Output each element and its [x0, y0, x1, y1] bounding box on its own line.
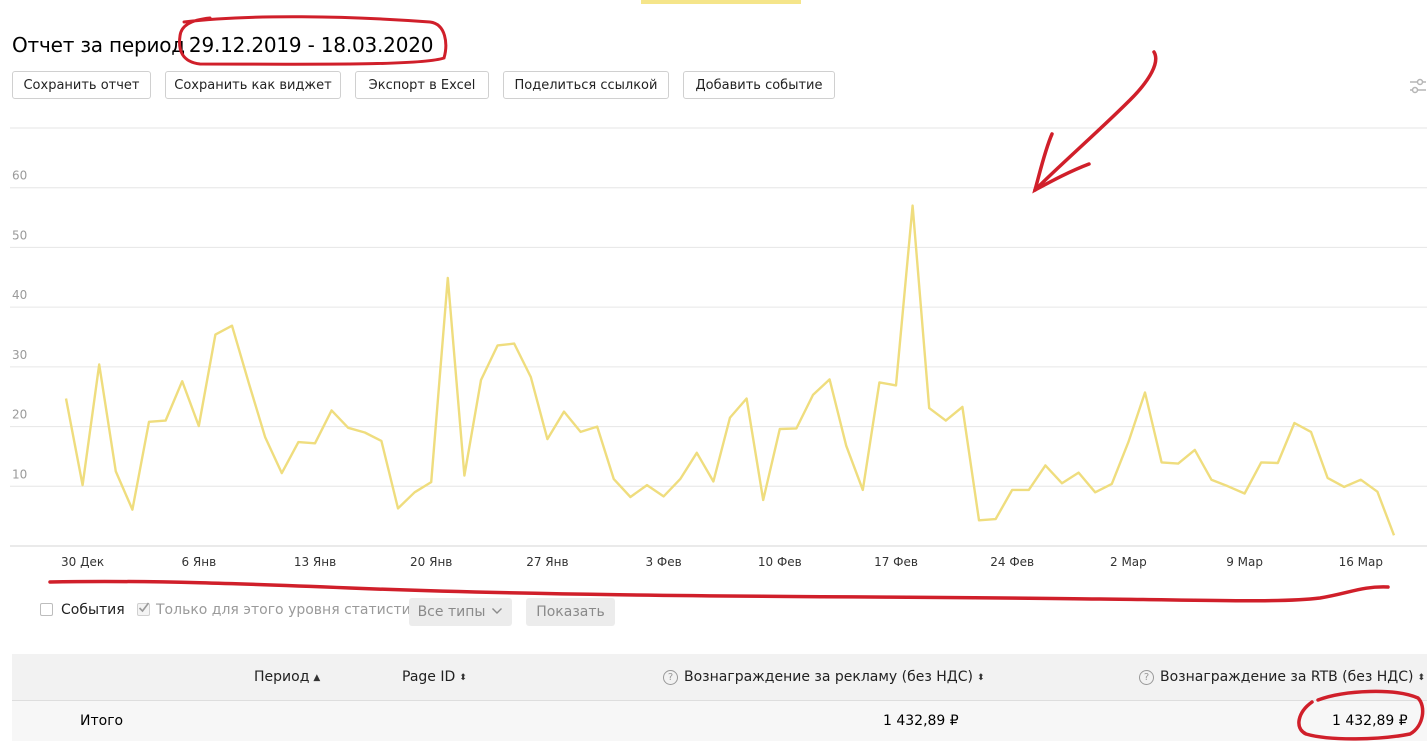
table-header: Период ▲ Page ID ⬍ ? Вознаграждение за рекл…: [12, 654, 1427, 701]
sort-arrows-icon: ⬍: [459, 673, 467, 683]
x-tick-label: 27 Янв: [526, 555, 568, 569]
export-excel-button[interactable]: Экспорт в Excel: [355, 71, 489, 99]
x-tick-label: 17 Фев: [874, 555, 918, 569]
page-title: Отчет за период 29.12.2019 - 18.03.2020: [12, 33, 433, 57]
y-tick-label: 10: [12, 467, 27, 481]
x-tick-label: 6 Янв: [181, 555, 216, 569]
events-label: События: [61, 602, 125, 618]
page-id-column-header[interactable]: Page ID ⬍: [402, 669, 467, 685]
table-row: Итого 1 432,89 ₽ 1 432,89 ₽: [12, 701, 1427, 741]
title-date-range: 29.12.2019 - 18.03.2020: [188, 33, 434, 57]
x-tick-label: 16 Мар: [1339, 555, 1383, 569]
total-ad-reward: 1 432,89 ₽: [883, 713, 959, 729]
all-types-dropdown[interactable]: Все типы: [409, 598, 512, 626]
all-types-label: Все типы: [417, 604, 486, 620]
period-column-header[interactable]: Период ▲: [254, 669, 320, 685]
show-button[interactable]: Показать: [526, 598, 615, 626]
add-event-button[interactable]: Добавить событие: [683, 71, 835, 99]
y-tick-label: 30: [12, 348, 27, 362]
axis-underline-annotation: [48, 579, 1390, 603]
x-tick-label: 9 Мар: [1226, 555, 1263, 569]
chevron-down-icon: [492, 608, 503, 614]
share-link-button[interactable]: Поделиться ссылкой: [503, 71, 669, 99]
y-tick-label: 20: [12, 408, 27, 422]
question-circle-icon[interactable]: ?: [663, 670, 678, 685]
rtb-reward-header-label: Вознаграждение за RTB (без НДС): [1160, 669, 1414, 685]
ad-reward-header-label: Вознаграждение за рекламу (без НДС): [684, 669, 973, 685]
total-rtb-reward: 1 432,89 ₽: [1332, 713, 1408, 729]
page-id-header-label: Page ID: [402, 669, 456, 685]
y-tick-label: 50: [12, 228, 27, 242]
events-checkbox[interactable]: [40, 603, 53, 616]
rtb-reward-column-header[interactable]: ? Вознаграждение за RTB (без НДС) ⬍: [1139, 669, 1425, 685]
period-header-label: Период: [254, 669, 310, 685]
save-as-widget-button[interactable]: Сохранить как виджет: [165, 71, 341, 99]
only-level-checkbox[interactable]: [137, 602, 150, 616]
total-label: Итого: [80, 713, 124, 729]
ad-reward-column-header[interactable]: ? Вознаграждение за рекламу (без НДС) ⬍: [663, 669, 985, 685]
sliders-icon[interactable]: [1409, 78, 1427, 94]
x-tick-label: 2 Мар: [1110, 555, 1147, 569]
y-tick-label: 60: [12, 169, 27, 183]
x-tick-label: 24 Фев: [990, 555, 1034, 569]
line-chart: 10 20 30 40 50 60 70 30 Дек 6 Янв 13 Янв 20 Янв 27…: [10, 120, 1427, 569]
sort-arrows-icon: ⬍: [1417, 673, 1426, 683]
triangle-up-icon: ▲: [313, 673, 321, 683]
top-accent-bar: [641, 0, 801, 4]
x-tick-label: 10 Фев: [758, 555, 802, 569]
x-tick-label: 20 Янв: [410, 555, 452, 569]
save-report-button[interactable]: Сохранить отчет: [12, 71, 151, 99]
y-tick-label: 70: [12, 120, 27, 123]
checkmark-icon: [138, 602, 150, 613]
y-tick-label: 40: [12, 288, 27, 302]
x-tick-label: 13 Янв: [294, 555, 336, 569]
only-level-label: Только для этого уровня статистики: [156, 602, 429, 618]
sort-arrows-icon: ⬍: [976, 673, 985, 683]
question-circle-icon[interactable]: ?: [1139, 670, 1154, 685]
x-tick-label: 30 Дек: [61, 555, 104, 569]
title-prefix: Отчет за период: [12, 33, 185, 57]
x-tick-label: 3 Фев: [645, 555, 681, 569]
stats-table: Период ▲ Page ID ⬍ ? Вознаграждение за рекл…: [12, 654, 1427, 741]
